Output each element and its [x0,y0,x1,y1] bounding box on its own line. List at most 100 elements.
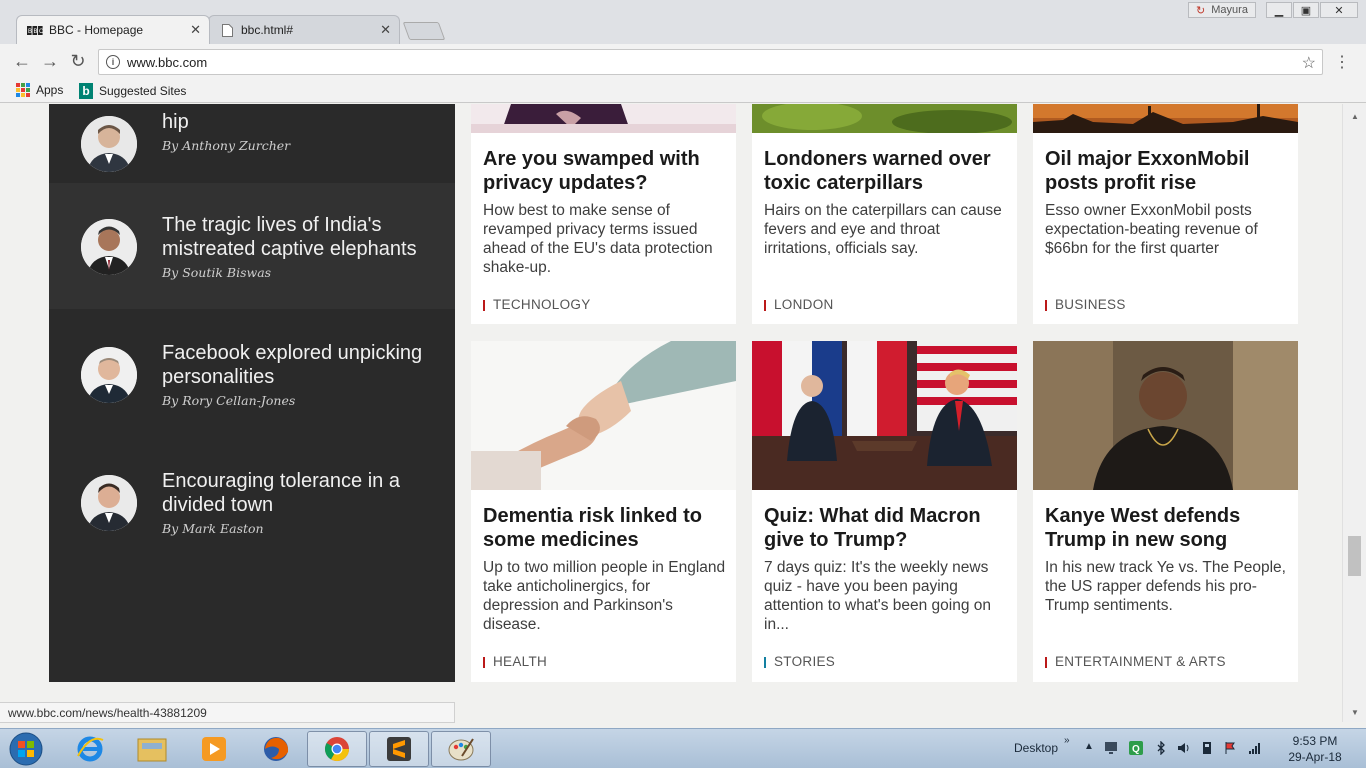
minimize-button[interactable]: ▁ [1266,2,1292,18]
story-image[interactable] [752,341,1017,490]
browser-toolbar: ← → ↻ i www.bbc.com ☆ ⋮ [0,44,1366,79]
bookmark-star-icon[interactable]: ☆ [1302,53,1316,73]
volume-icon[interactable] [1177,741,1191,755]
monitor-icon[interactable] [1104,741,1118,755]
status-url-bubble: www.bbc.com/news/health-43881209 [0,702,455,723]
svg-text:B: B [28,29,32,35]
story-card[interactable]: Kanye West defends Trump in new song In … [1033,490,1298,682]
sidebar-item-title[interactable]: The tragic lives of India's mistreated c… [162,213,432,261]
tag-label: TECHNOLOGY [493,297,591,312]
tag-label: STORIES [774,654,836,669]
window-close-button[interactable]: ✕ [1320,2,1358,18]
tab-bbc-homepage[interactable]: BBC BBC - Homepage ✕ [16,15,210,44]
story-tag[interactable]: HEALTH [483,654,547,669]
story-card[interactable]: Dementia risk linked to some medicines U… [471,490,736,682]
story-card[interactable]: Londoners warned over toxic caterpillars… [752,133,1017,324]
bookmark-apps[interactable]: Apps [16,83,63,97]
story-tag[interactable]: STORIES [764,654,835,669]
scroll-up-icon[interactable]: ▲ [1351,112,1359,121]
tab-close-icon[interactable]: ✕ [380,22,391,38]
profile-button[interactable]: ↻ Mayura [1188,2,1256,18]
firefox-icon [264,737,289,761]
start-button[interactable] [4,730,48,768]
sidebar-item-author: By Anthony Zurcher [162,138,291,153]
tab-close-icon[interactable]: ✕ [190,22,201,38]
q-app-icon[interactable]: Q [1129,741,1143,755]
sidebar-item-title[interactable]: hip [162,110,432,134]
story-card[interactable]: Are you swamped with privacy updates? Ho… [471,133,736,324]
network-signal-icon[interactable] [1248,741,1262,755]
story-image[interactable] [471,341,736,490]
forward-button[interactable]: → [40,51,60,71]
browser-menu-button[interactable]: ⋮ [1334,52,1350,72]
taskbar-explorer[interactable] [122,731,182,767]
address-bar[interactable]: i www.bbc.com ☆ [98,49,1323,75]
story-headline[interactable]: Oil major ExxonMobil posts profit rise [1045,147,1290,195]
page-icon [219,23,235,37]
restore-icon: ▣ [1300,4,1312,17]
story-tag[interactable]: ENTERTAINMENT & ARTS [1045,654,1226,669]
taskbar-chrome[interactable] [307,731,367,767]
sidebar-item[interactable]: Encouraging tolerance in a divided town … [49,439,455,565]
story-headline[interactable]: Kanye West defends Trump in new song [1045,504,1290,552]
tag-bar [483,657,485,668]
minimize-icon: ▁ [1274,4,1284,17]
story-tag[interactable]: LONDON [764,297,834,312]
svg-text:C: C [39,29,43,35]
tag-bar [764,300,766,311]
media-player-icon [202,737,226,761]
tag-label: HEALTH [493,654,548,669]
taskbar-sublime[interactable] [369,731,429,767]
sidebar-item-author: By Mark Easton [162,521,264,536]
reload-button[interactable]: ↻ [68,51,88,71]
author-avatar [81,116,137,172]
url-text[interactable]: www.bbc.com [127,55,207,70]
story-image[interactable] [752,104,1017,133]
action-center-flag-icon[interactable] [1224,741,1238,755]
story-headline[interactable]: Quiz: What did Macron give to Trump? [764,504,1009,552]
story-image[interactable] [1033,341,1298,490]
bluetooth-icon[interactable] [1154,741,1168,755]
page-content: hip By Anthony Zurcher The tragic lives … [0,104,1342,722]
arrow-left-icon: ← [13,50,31,71]
taskbar-firefox[interactable] [246,731,306,767]
usb-device-icon[interactable] [1200,741,1214,755]
page-scrollbar[interactable]: ▲ ▼ [1342,104,1366,722]
new-tab-button[interactable] [402,22,446,40]
author-avatar [81,219,137,275]
sidebar-item[interactable]: The tragic lives of India's mistreated c… [49,183,455,309]
sidebar-item[interactable]: hip By Anthony Zurcher [49,104,455,180]
folder-icon [137,738,167,762]
story-tag[interactable]: BUSINESS [1045,297,1126,312]
tag-bar [483,300,485,311]
taskbar-ie[interactable] [60,731,120,767]
story-headline[interactable]: Are you swamped with privacy updates? [483,147,728,195]
story-image[interactable] [471,104,736,133]
story-summary: Up to two million people in England take… [483,559,726,633]
internet-explorer-icon [77,736,104,762]
browser-titlebar: ↻ Mayura ▁ ▣ ✕ BBC BBC - Homepage ✕ bbc.… [0,0,1366,44]
maximize-button[interactable]: ▣ [1293,2,1319,18]
scroll-down-icon[interactable]: ▼ [1351,708,1359,717]
sidebar-item-title[interactable]: Facebook explored unpicking personalitie… [162,341,432,389]
back-button[interactable]: ← [12,51,32,71]
taskbar-paint[interactable] [431,731,491,767]
story-card[interactable]: Quiz: What did Macron give to Trump? 7 d… [752,490,1017,682]
story-tag[interactable]: TECHNOLOGY [483,297,591,312]
story-card[interactable]: Oil major ExxonMobil posts profit rise E… [1033,133,1298,324]
info-icon[interactable]: i [106,55,120,69]
tab-title: BBC - Homepage [49,23,144,37]
story-headline[interactable]: Dementia risk linked to some medicines [483,504,728,552]
story-headline[interactable]: Londoners warned over toxic caterpillars [764,147,1009,195]
sidebar-item-title[interactable]: Encouraging tolerance in a divided town [162,469,432,517]
story-image[interactable] [1033,104,1298,133]
chevron-double-icon[interactable]: » [1064,735,1070,746]
taskbar-clock[interactable]: 9:53 PM 29-Apr-18 [1280,733,1350,765]
bookmark-suggested-sites[interactable]: b Suggested Sites [79,83,186,99]
scroll-thumb[interactable] [1348,536,1361,576]
tab-bbc-html[interactable]: bbc.html# ✕ [208,15,400,44]
taskbar-media[interactable] [184,731,244,767]
tray-expand-icon[interactable]: ▲ [1084,741,1094,752]
desktop-toolbar-label[interactable]: Desktop [1014,741,1058,755]
sidebar-item[interactable]: Facebook explored unpicking personalitie… [49,311,455,437]
